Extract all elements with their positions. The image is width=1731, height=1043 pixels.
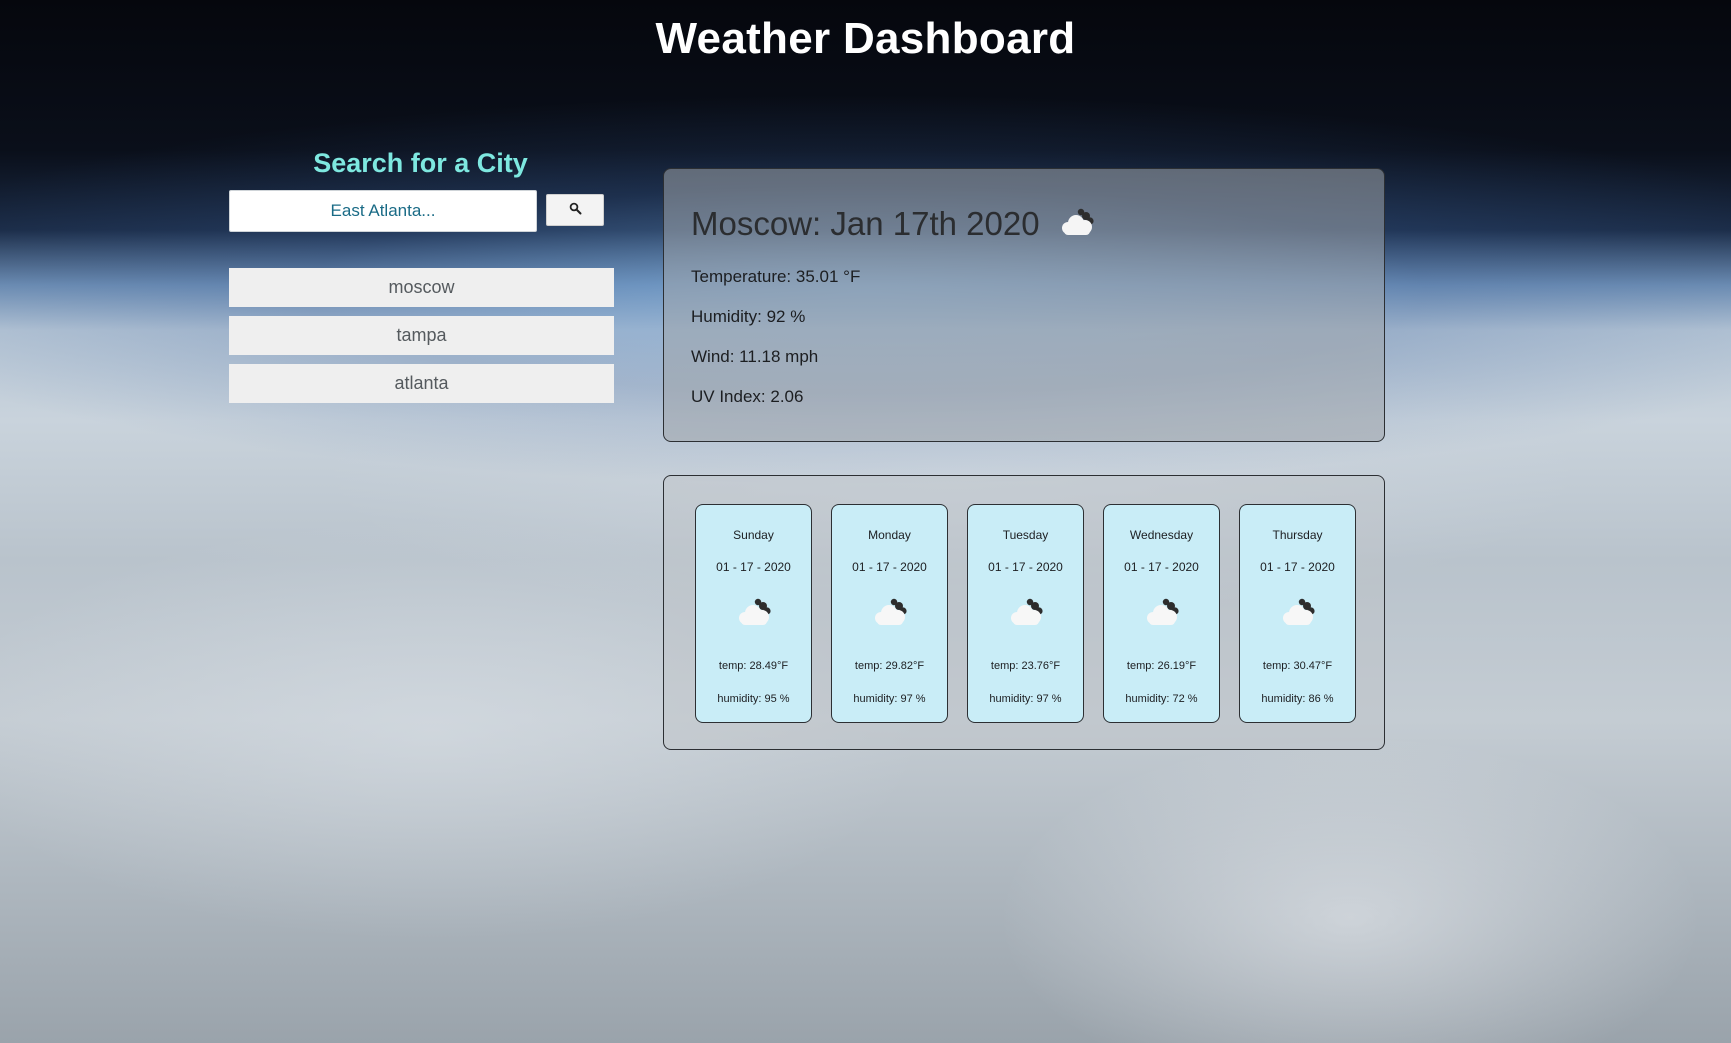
history-item-tampa[interactable]: tampa [229,316,614,355]
forecast-temp: temp: 26.19°F [1126,660,1197,672]
forecast-date: 01 - 17 - 2020 [852,560,927,574]
history-item-atlanta[interactable]: atlanta [229,364,614,403]
forecast-temp: temp: 29.82°F [854,660,925,672]
current-weather-panel: Moscow: Jan 17th 2020 Temperature: 35.01… [663,168,1385,442]
cloud-icon [1056,207,1098,242]
forecast-card: Monday 01 - 17 - 2020 temp: 29.82°F humi… [831,504,948,723]
forecast-date: 01 - 17 - 2020 [716,560,791,574]
current-city-heading: Moscow: Jan 17th 2020 [691,205,1040,242]
page-title: Weather Dashboard [655,14,1076,63]
cloud-icon [696,597,811,627]
cloud-icon [832,597,947,627]
cloud-icon [1104,597,1219,627]
forecast-humidity: humidity: 86 % [1261,693,1334,705]
forecast-humidity: humidity: 72 % [1125,693,1198,705]
forecast-panel: Sunday 01 - 17 - 2020 temp: 28.49°F humi… [663,475,1385,750]
forecast-day: Tuesday [1002,528,1049,542]
search-icon [569,202,582,218]
forecast-temp: temp: 28.49°F [718,660,789,672]
forecast-humidity: humidity: 97 % [989,693,1062,705]
forecast-humidity: humidity: 95 % [717,693,790,705]
forecast-temp: temp: 23.76°F [990,660,1061,672]
forecast-date: 01 - 17 - 2020 [1124,560,1199,574]
forecast-day: Monday [868,528,911,542]
forecast-day: Thursday [1272,528,1323,542]
search-heading: Search for a City [313,148,528,178]
forecast-temp: temp: 30.47°F [1262,660,1333,672]
forecast-day: Wednesday [1129,528,1194,542]
forecast-card: Wednesday 01 - 17 - 2020 temp: 26.19°F h… [1103,504,1220,723]
city-search-input[interactable] [229,190,537,232]
current-temperature: Temperature: 35.01 °F [691,267,861,286]
forecast-day: Sunday [733,528,774,542]
forecast-date: 01 - 17 - 2020 [988,560,1063,574]
forecast-card: Sunday 01 - 17 - 2020 temp: 28.49°F humi… [695,504,812,723]
current-uv-index: UV Index: 2.06 [691,387,804,406]
cloud-icon [968,597,1083,627]
forecast-card: Tuesday 01 - 17 - 2020 temp: 23.76°F hum… [967,504,1084,723]
cloud-icon [1240,597,1355,627]
current-wind: Wind: 11.18 mph [691,347,819,366]
history-item-moscow[interactable]: moscow [229,268,614,307]
search-history-list: moscow tampa atlanta [229,268,614,412]
forecast-card: Thursday 01 - 17 - 2020 temp: 30.47°F hu… [1239,504,1356,723]
search-button[interactable] [546,194,604,226]
current-humidity: Humidity: 92 % [691,307,806,326]
forecast-date: 01 - 17 - 2020 [1260,560,1335,574]
forecast-humidity: humidity: 97 % [853,693,926,705]
